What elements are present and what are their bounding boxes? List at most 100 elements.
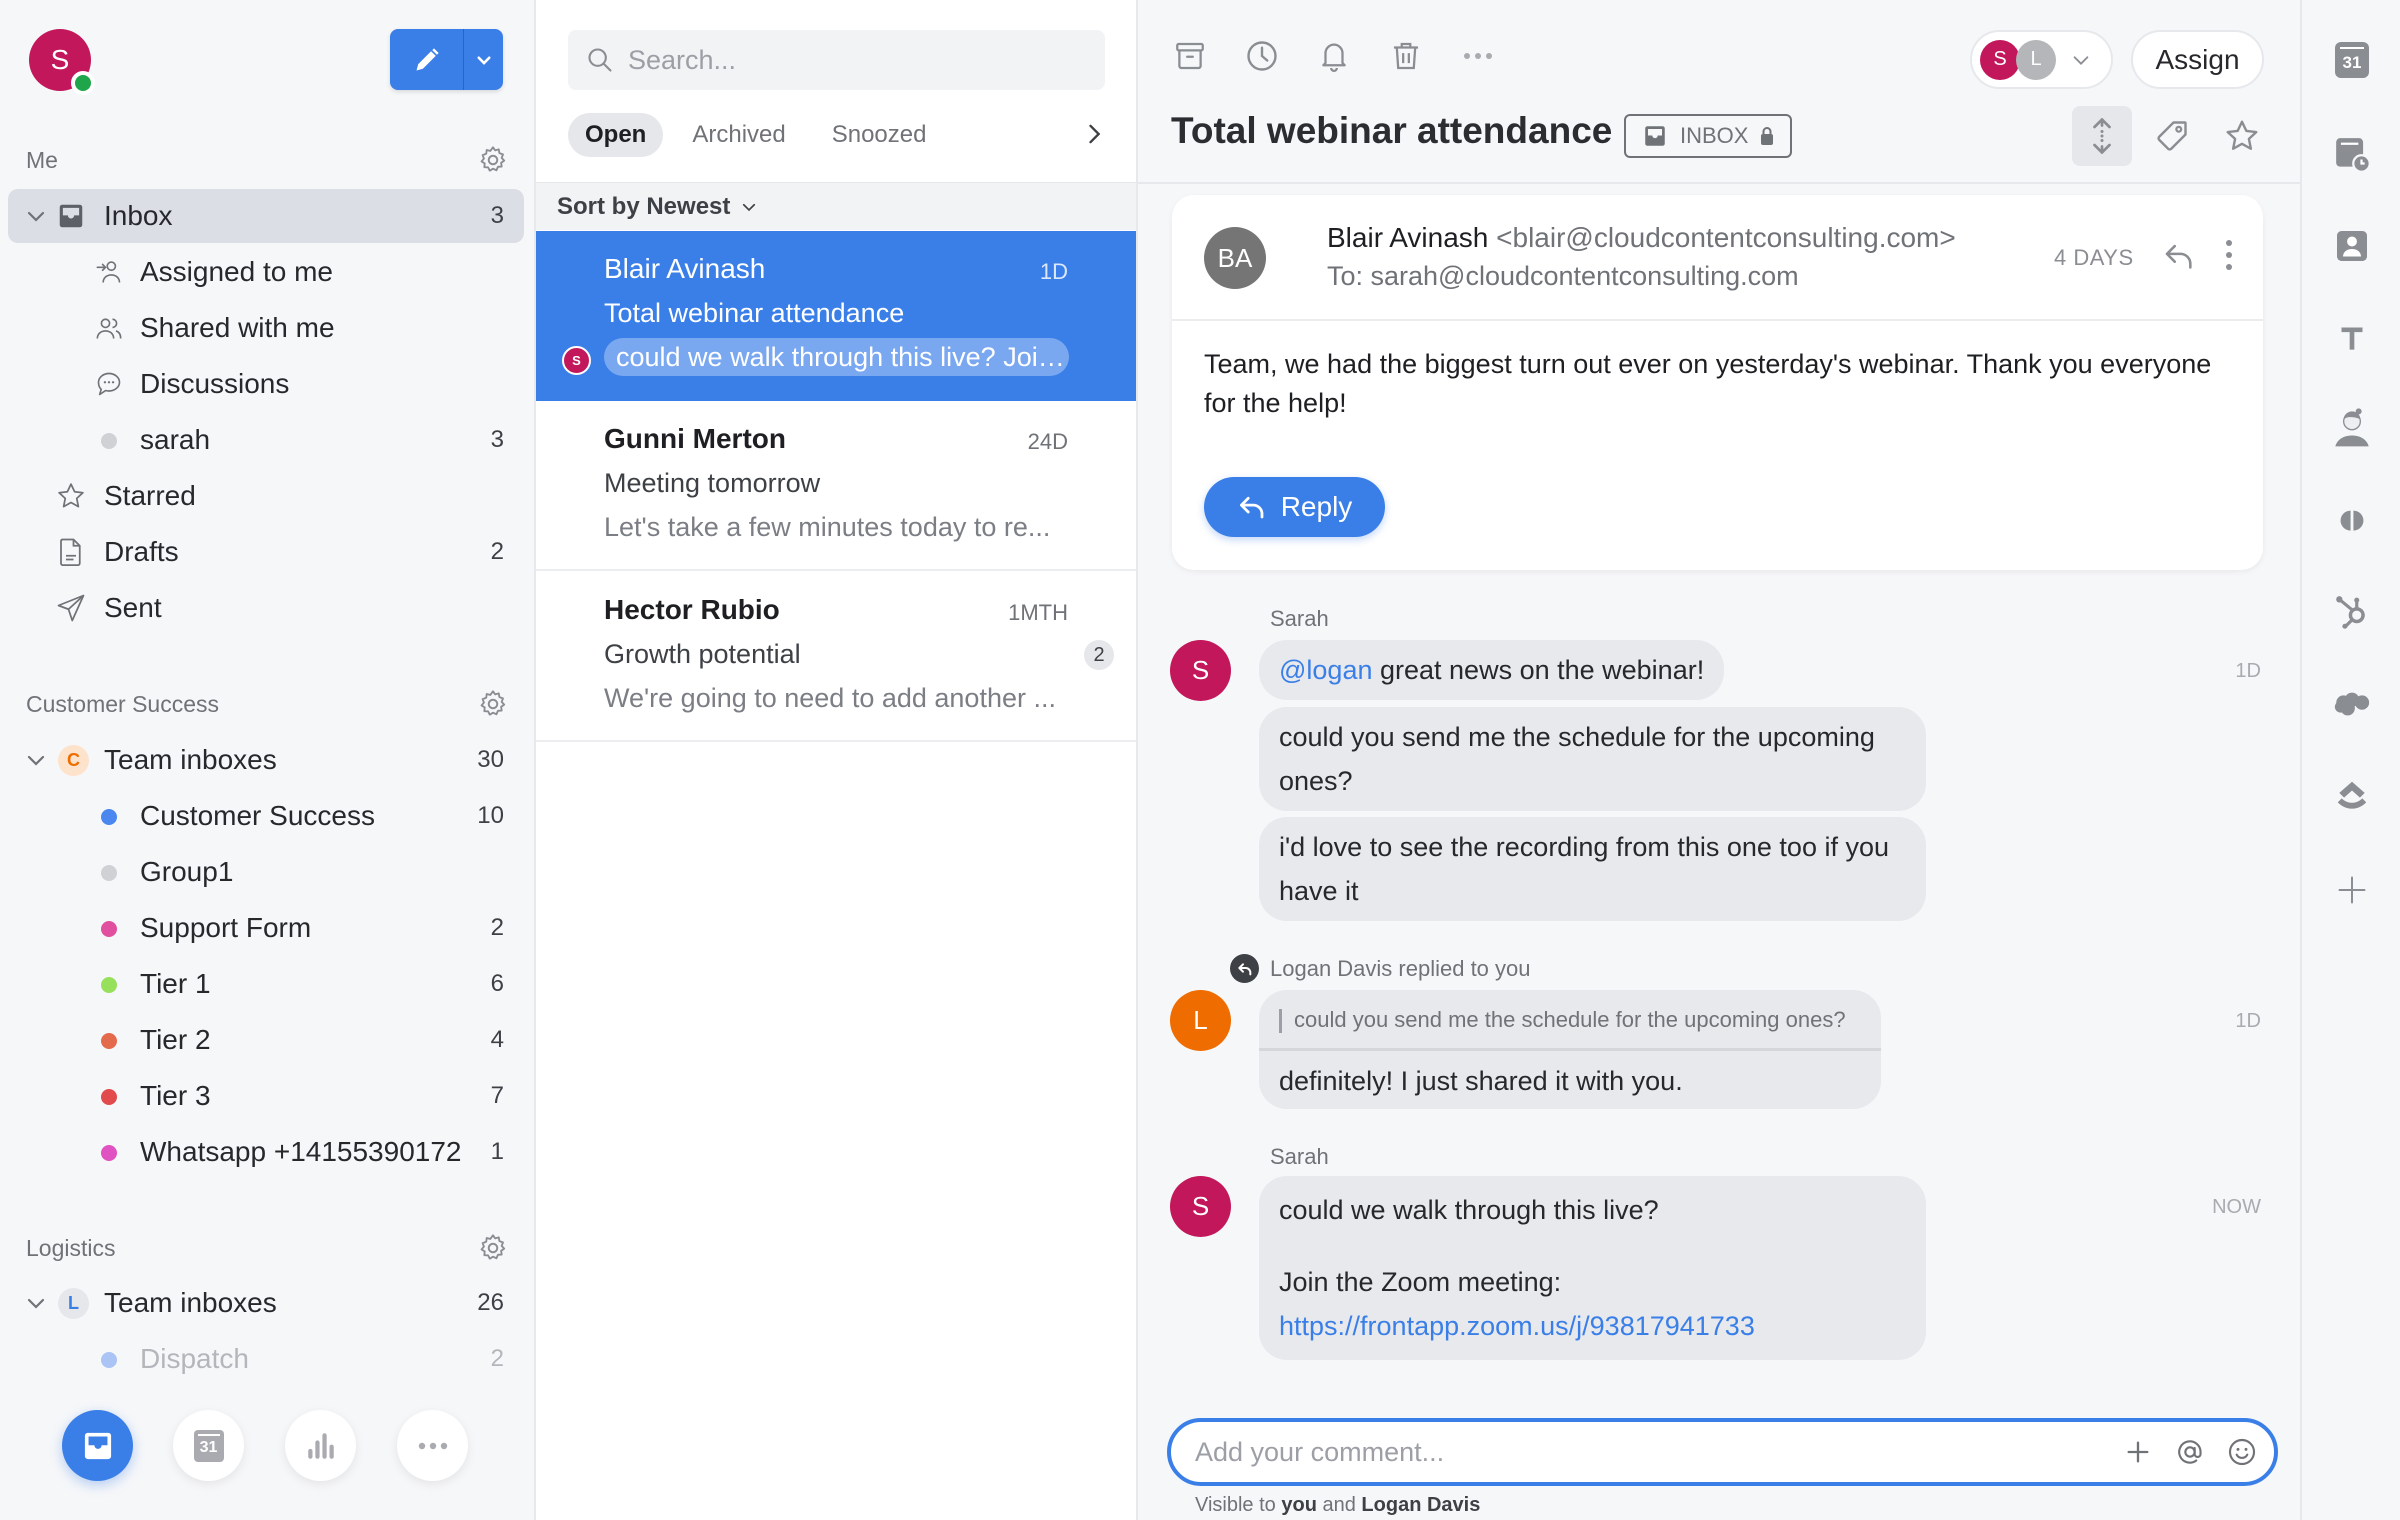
conversation-view: S L Assign Total webinar attendance INBO… [1138, 0, 2300, 1520]
star-icon[interactable] [2212, 106, 2272, 166]
section-title: Logistics [26, 1234, 116, 1261]
conversation-item[interactable]: Gunni Merton 24D Meeting tomorrow Let's … [536, 401, 1136, 571]
add-icon[interactable] [2332, 870, 2372, 910]
more-vertical-icon[interactable] [2224, 237, 2234, 273]
sidebar-item-inbox-tier-1[interactable]: Tier 1 6 [8, 957, 524, 1011]
sidebar-item-label: Tier 2 [140, 1024, 211, 1055]
sidebar-item-dispatch[interactable]: Dispatch 2 [8, 1332, 524, 1386]
comment-group: Logan Davis replied to you L could you s… [1170, 952, 2261, 1112]
comment-avatar: L [1170, 990, 1231, 1051]
comment-bubble[interactable]: could you send me the schedule for the u… [1259, 707, 1926, 811]
visibility-prefix: Visible to [1195, 1494, 1276, 1516]
dialpad-icon[interactable] [2332, 502, 2372, 542]
emoji-icon[interactable] [2222, 1432, 2262, 1472]
sidebar-item-count: 3 [490, 426, 504, 453]
gear-icon[interactable] [476, 687, 510, 721]
hubspot-icon[interactable] [2332, 592, 2372, 632]
sidebar-item-discussions[interactable]: Discussions [8, 357, 524, 411]
expand-collapse-icon[interactable] [2072, 106, 2132, 166]
conversation-list: Open Archived Snoozed Sort by Newest Bla… [536, 0, 1138, 1520]
user-avatar[interactable]: S [29, 29, 95, 95]
chevron-right-icon[interactable] [1080, 120, 1108, 148]
sidebar-item-sarah[interactable]: sarah 3 [8, 413, 524, 467]
inbox-tag[interactable]: INBOX [1624, 114, 1793, 158]
snooze-icon[interactable] [1242, 36, 1282, 76]
chevron-down-icon[interactable] [24, 1291, 48, 1315]
visibility-you: you [1281, 1494, 1317, 1516]
reminder-icon[interactable] [1314, 36, 1354, 76]
sidebar-item-label: Shared with me [140, 312, 335, 343]
conversation-time: 24D [1027, 429, 1068, 454]
dock-more-button[interactable] [397, 1410, 468, 1481]
scheduled-icon[interactable] [2332, 134, 2372, 174]
search-input[interactable] [628, 44, 1088, 76]
integration-icon[interactable] [2332, 776, 2372, 816]
text-snippet-icon[interactable] [2332, 318, 2372, 358]
user-initial: S [50, 44, 70, 75]
inbox-color-dot [101, 1145, 117, 1161]
avatar-integration-icon[interactable] [2332, 408, 2372, 448]
mention-link[interactable]: @logan [1279, 655, 1372, 685]
tab-open[interactable]: Open [568, 113, 664, 157]
gear-icon[interactable] [476, 143, 510, 177]
sidebar-item-count: 26 [477, 1289, 504, 1316]
comment-bubble[interactable]: could you send me the schedule for the u… [1259, 990, 1881, 1109]
sidebar-item-inbox-customer-success[interactable]: Customer Success 10 [8, 789, 524, 843]
archive-icon[interactable] [1170, 36, 1210, 76]
section-logistics: Logistics [26, 1228, 510, 1268]
sidebar-item-team-inboxes-cs[interactable]: C Team inboxes 30 [8, 733, 524, 787]
dock-inbox-button[interactable] [62, 1410, 133, 1481]
reply-button[interactable]: Reply [1204, 477, 1385, 537]
more-icon [417, 1441, 449, 1451]
compose-button[interactable] [390, 29, 464, 90]
gear-icon[interactable] [476, 1231, 510, 1265]
tab-archived[interactable]: Archived [675, 113, 802, 157]
sidebar-item-inbox-support-form[interactable]: Support Form 2 [8, 901, 524, 955]
more-icon[interactable] [1458, 36, 1498, 76]
conversation-item[interactable]: Blair Avinash 1D Total webinar attendanc… [536, 231, 1136, 401]
sidebar-item-shared-with-me[interactable]: Shared with me [8, 301, 524, 355]
sidebar-item-label: Inbox [104, 200, 173, 231]
chevron-down-icon[interactable] [24, 748, 48, 772]
add-attachment-icon[interactable] [2118, 1432, 2158, 1472]
sidebar-item-inbox-whatsapp-14155390172[interactable]: Whatsapp +14155390172 1 [8, 1125, 524, 1179]
conversation-item[interactable]: Hector Rubio 1MTH Growth potential 2 We'… [536, 572, 1136, 742]
calendar-icon[interactable]: 31 [2332, 40, 2372, 80]
comment-bubble[interactable]: i'd love to see the recording from this … [1259, 817, 1926, 921]
trash-icon[interactable] [1386, 36, 1426, 76]
sidebar-item-sent[interactable]: Sent [8, 581, 524, 635]
dock-analytics-button[interactable] [285, 1410, 356, 1481]
dock-calendar-button[interactable]: 31 [173, 1410, 244, 1481]
mention-icon[interactable] [2170, 1432, 2210, 1472]
assign-button[interactable]: Assign [2131, 30, 2264, 89]
sidebar-item-count: 10 [477, 802, 504, 829]
tag-icon[interactable] [2142, 106, 2202, 166]
sidebar-item-inbox-tier-2[interactable]: Tier 2 4 [8, 1013, 524, 1067]
chevron-down-icon[interactable] [24, 204, 48, 228]
conversation-subject: Meeting tomorrow [604, 468, 821, 498]
inbox-color-dot [101, 1352, 117, 1368]
compose-options-button[interactable] [464, 29, 503, 90]
sidebar-item-label: Dispatch [140, 1343, 249, 1374]
sidebar-item-assigned-to-me[interactable]: Assigned to me [8, 245, 524, 299]
inbox-tag-label: INBOX [1680, 123, 1749, 148]
reply-icon[interactable] [2162, 239, 2196, 273]
search-box[interactable] [568, 30, 1105, 90]
sidebar-item-team-inboxes-logistics[interactable]: L Team inboxes 26 [8, 1276, 524, 1330]
sidebar-item-inbox-group1[interactable]: Group1 [8, 845, 524, 899]
contact-icon[interactable] [2332, 226, 2372, 266]
pencil-icon [413, 46, 441, 74]
sidebar-item-starred[interactable]: Starred [8, 469, 524, 523]
assignee-avatar: S [1980, 39, 2020, 80]
sidebar-item-inbox[interactable]: Inbox 3 [8, 189, 524, 243]
sort-dropdown[interactable]: Sort by Newest [536, 182, 1136, 230]
comment-bubble[interactable]: @logan great news on the webinar! [1259, 640, 1725, 700]
salesforce-icon[interactable] [2332, 684, 2372, 724]
zoom-meeting-link[interactable]: https://frontapp.zoom.us/j/93817941733 [1279, 1311, 1755, 1341]
assignees-dropdown[interactable]: S L [1970, 30, 2113, 89]
comment-input[interactable] [1195, 1436, 2118, 1468]
sidebar-item-inbox-tier-3[interactable]: Tier 3 7 [8, 1069, 524, 1123]
comment-bubble[interactable]: could we walk through this live? Join th… [1259, 1176, 1926, 1360]
sidebar-item-drafts[interactable]: Drafts 2 [8, 525, 524, 579]
tab-snoozed[interactable]: Snoozed [815, 113, 944, 157]
